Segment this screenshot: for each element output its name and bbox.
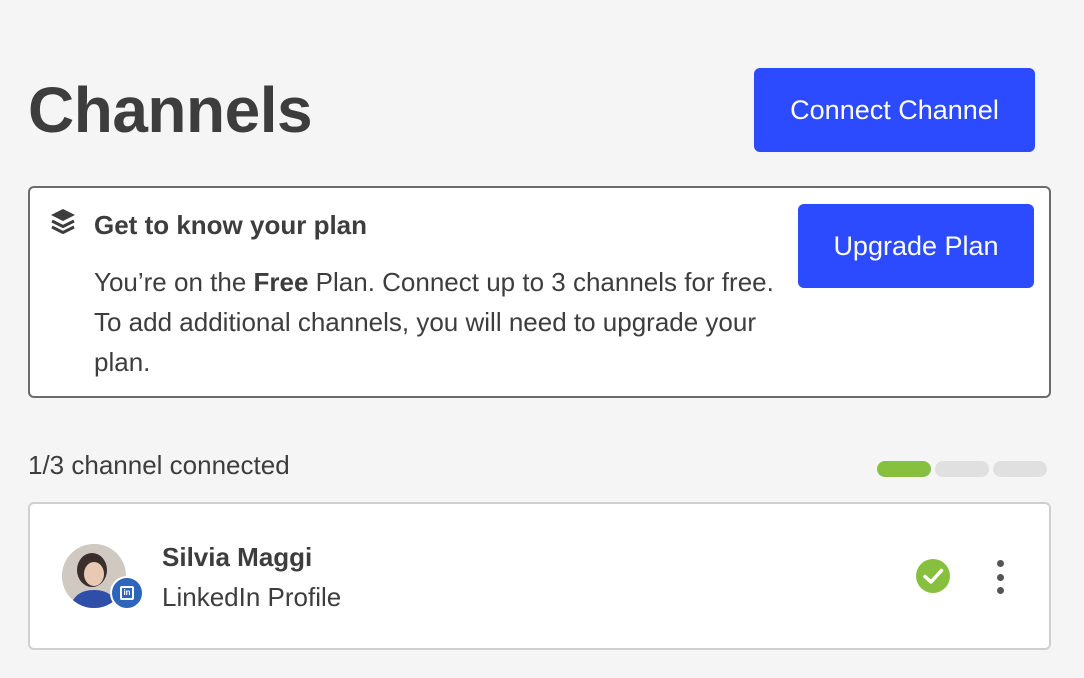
- page-title: Channels: [28, 74, 313, 146]
- progress-segment: [935, 461, 989, 477]
- plan-name: Free: [253, 267, 309, 297]
- channel-type: LinkedIn Profile: [162, 582, 342, 612]
- channel-card[interactable]: in Silvia Maggi LinkedIn Profile: [28, 502, 1051, 650]
- check-circle-icon: [916, 559, 950, 593]
- channel-usage-progress: [877, 461, 1047, 477]
- upgrade-plan-button[interactable]: Upgrade Plan: [798, 204, 1034, 288]
- plan-heading: Get to know your plan: [94, 210, 368, 240]
- more-options-icon[interactable]: [988, 558, 1012, 596]
- connect-channel-button[interactable]: Connect Channel: [754, 68, 1035, 152]
- channels-page: Channels Connect Channel Get to know you…: [0, 0, 1084, 678]
- channel-count-label: 1/3 channel connected: [28, 450, 290, 480]
- plan-text-before: You’re on the: [94, 267, 254, 297]
- progress-segment: [877, 461, 931, 477]
- layers-icon: [51, 209, 75, 234]
- progress-segment: [993, 461, 1047, 477]
- plan-info-card: Get to know your plan You’re on the Free…: [28, 186, 1051, 398]
- plan-description: You’re on the Free Plan. Connect up to 3…: [94, 262, 774, 382]
- linkedin-icon: in: [110, 576, 144, 610]
- channel-name: Silvia Maggi: [162, 542, 313, 572]
